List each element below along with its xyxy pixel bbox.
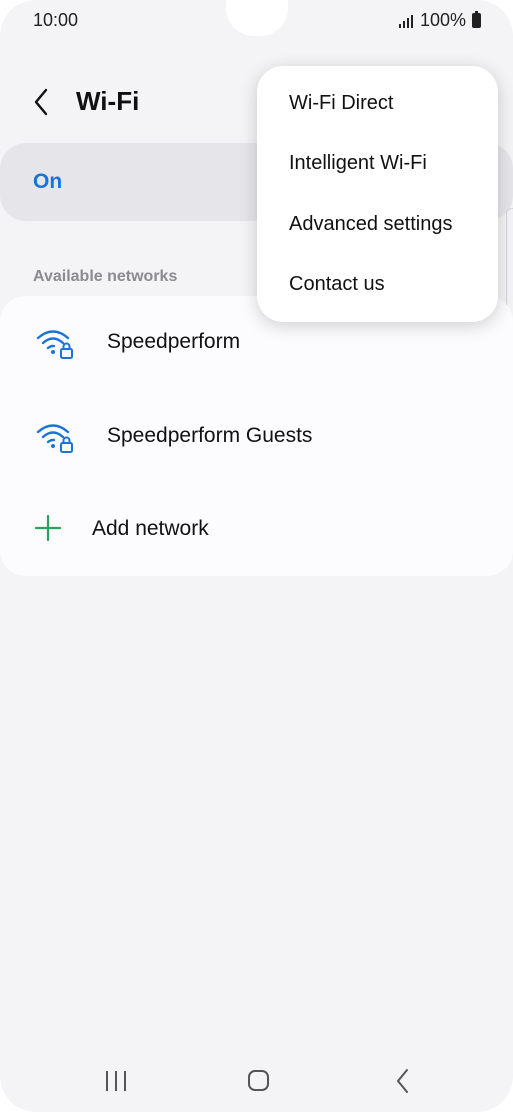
status-right: 100% [398, 10, 481, 31]
menu-item-intelligent-wifi[interactable]: Intelligent Wi-Fi [289, 152, 427, 175]
plus-icon [35, 515, 61, 541]
menu-item-contact-us[interactable]: Contact us [289, 273, 385, 296]
network-item[interactable]: Speedperform Guests [0, 390, 513, 483]
recents-button[interactable] [96, 1066, 136, 1096]
battery-percent: 100% [419, 10, 466, 30]
page-title: Wi-Fi [76, 86, 140, 116]
menu-item-advanced-settings[interactable]: Advanced settings [289, 213, 452, 236]
network-name: Speedperform Guests [107, 424, 313, 447]
navigation-bar [0, 1050, 513, 1112]
nav-back-button[interactable] [383, 1066, 423, 1096]
home-icon [248, 1070, 269, 1091]
battery-icon [472, 11, 481, 28]
network-name: Speedperform [107, 330, 241, 353]
menu-item-wifi-direct[interactable]: Wi-Fi Direct [289, 92, 393, 115]
chevron-left-icon [34, 88, 48, 116]
networks-list: Speedperform Speedperform Guests Add net… [0, 296, 513, 576]
add-network-button[interactable]: Add network [0, 484, 513, 577]
recents-icon [106, 1071, 126, 1091]
back-icon [397, 1069, 408, 1093]
status-bar: 10:00 100% [0, 0, 513, 40]
status-time: 10:00 [33, 10, 79, 30]
add-network-label: Add network [92, 517, 209, 540]
home-button[interactable] [238, 1066, 278, 1096]
overflow-menu: Wi-Fi Direct Intelligent Wi-Fi Advanced … [257, 66, 498, 322]
back-button[interactable] [28, 84, 56, 120]
wifi-locked-icon [36, 424, 73, 453]
available-networks-heading: Available networks [33, 268, 178, 285]
signal-icon [398, 14, 413, 28]
phone-screen: 10:00 100% Wi-Fi On Available networks S… [0, 0, 513, 1112]
wifi-locked-icon [36, 330, 73, 359]
switch-label: On [33, 170, 63, 193]
